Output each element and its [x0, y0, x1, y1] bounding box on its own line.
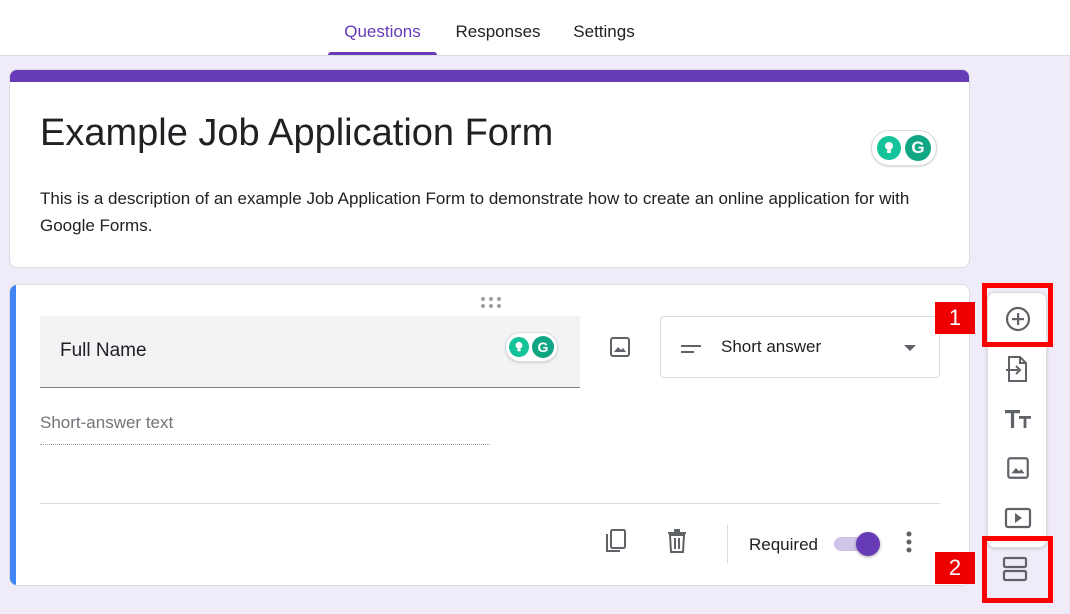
required-toggle[interactable] — [834, 532, 880, 556]
image-icon — [610, 337, 630, 357]
question-type-label: Short answer — [721, 337, 822, 356]
import-questions-icon — [1006, 356, 1027, 382]
tab-questions[interactable]: Questions — [328, 0, 437, 55]
form-title[interactable]: Example Job Application Form — [40, 112, 553, 155]
annotation-badge-2: 2 — [935, 552, 975, 584]
form-header-card[interactable]: Example Job Application Form This is a d… — [9, 69, 970, 268]
add-section-button[interactable] — [999, 553, 1031, 585]
more-vert-icon — [906, 531, 912, 553]
short-answer-placeholder: Short-answer text — [40, 413, 490, 445]
grammarly-bulb-icon[interactable] — [877, 136, 901, 160]
grammarly-logo-icon[interactable]: G — [905, 135, 931, 161]
form-description[interactable]: This is a description of an example Job … — [40, 185, 940, 239]
toggle-knob[interactable] — [856, 532, 880, 556]
grammarly-bulb-icon[interactable] — [509, 337, 529, 357]
required-label: Required — [749, 535, 818, 554]
grammarly-logo-icon[interactable]: G — [532, 336, 554, 358]
annotation-box-2 — [982, 536, 1053, 603]
add-image-button[interactable] — [604, 331, 636, 363]
add-image-button[interactable] — [1002, 452, 1034, 484]
tab-settings[interactable]: Settings — [561, 0, 647, 55]
tab-responses[interactable]: Responses — [446, 0, 550, 55]
question-title[interactable]: Full Name — [60, 340, 147, 362]
import-questions-button[interactable] — [1002, 353, 1034, 385]
delete-icon — [668, 529, 686, 553]
annotation-badge-1: 1 — [935, 302, 975, 334]
short-answer-icon — [681, 345, 701, 353]
header-accent-bar — [10, 70, 969, 82]
more-options-button[interactable] — [899, 527, 919, 557]
grammarly-widget[interactable]: G — [505, 332, 558, 362]
drag-handle-icon[interactable] — [480, 295, 502, 308]
tab-bar: Questions Responses Settings — [0, 0, 1070, 56]
add-video-icon — [1004, 507, 1032, 529]
annotation-box-1 — [982, 283, 1053, 347]
footer-divider — [40, 503, 940, 504]
add-title-button[interactable] — [1002, 403, 1034, 435]
duplicate-button[interactable] — [600, 525, 632, 557]
footer-vertical-divider — [727, 525, 728, 563]
delete-button[interactable] — [661, 525, 693, 557]
question-card[interactable]: Full Name G Short answer Short-answer te… — [9, 284, 970, 586]
add-section-icon — [1002, 556, 1028, 582]
grammarly-widget[interactable]: G — [871, 130, 937, 166]
question-active-indicator — [10, 285, 16, 585]
add-video-button[interactable] — [1002, 502, 1034, 534]
add-image-icon — [1007, 457, 1029, 479]
question-type-dropdown[interactable]: Short answer — [660, 316, 940, 378]
question-title-field[interactable]: Full Name G — [40, 316, 580, 388]
add-title-icon — [1005, 410, 1031, 428]
duplicate-icon — [606, 529, 626, 552]
chevron-down-icon — [904, 345, 916, 351]
